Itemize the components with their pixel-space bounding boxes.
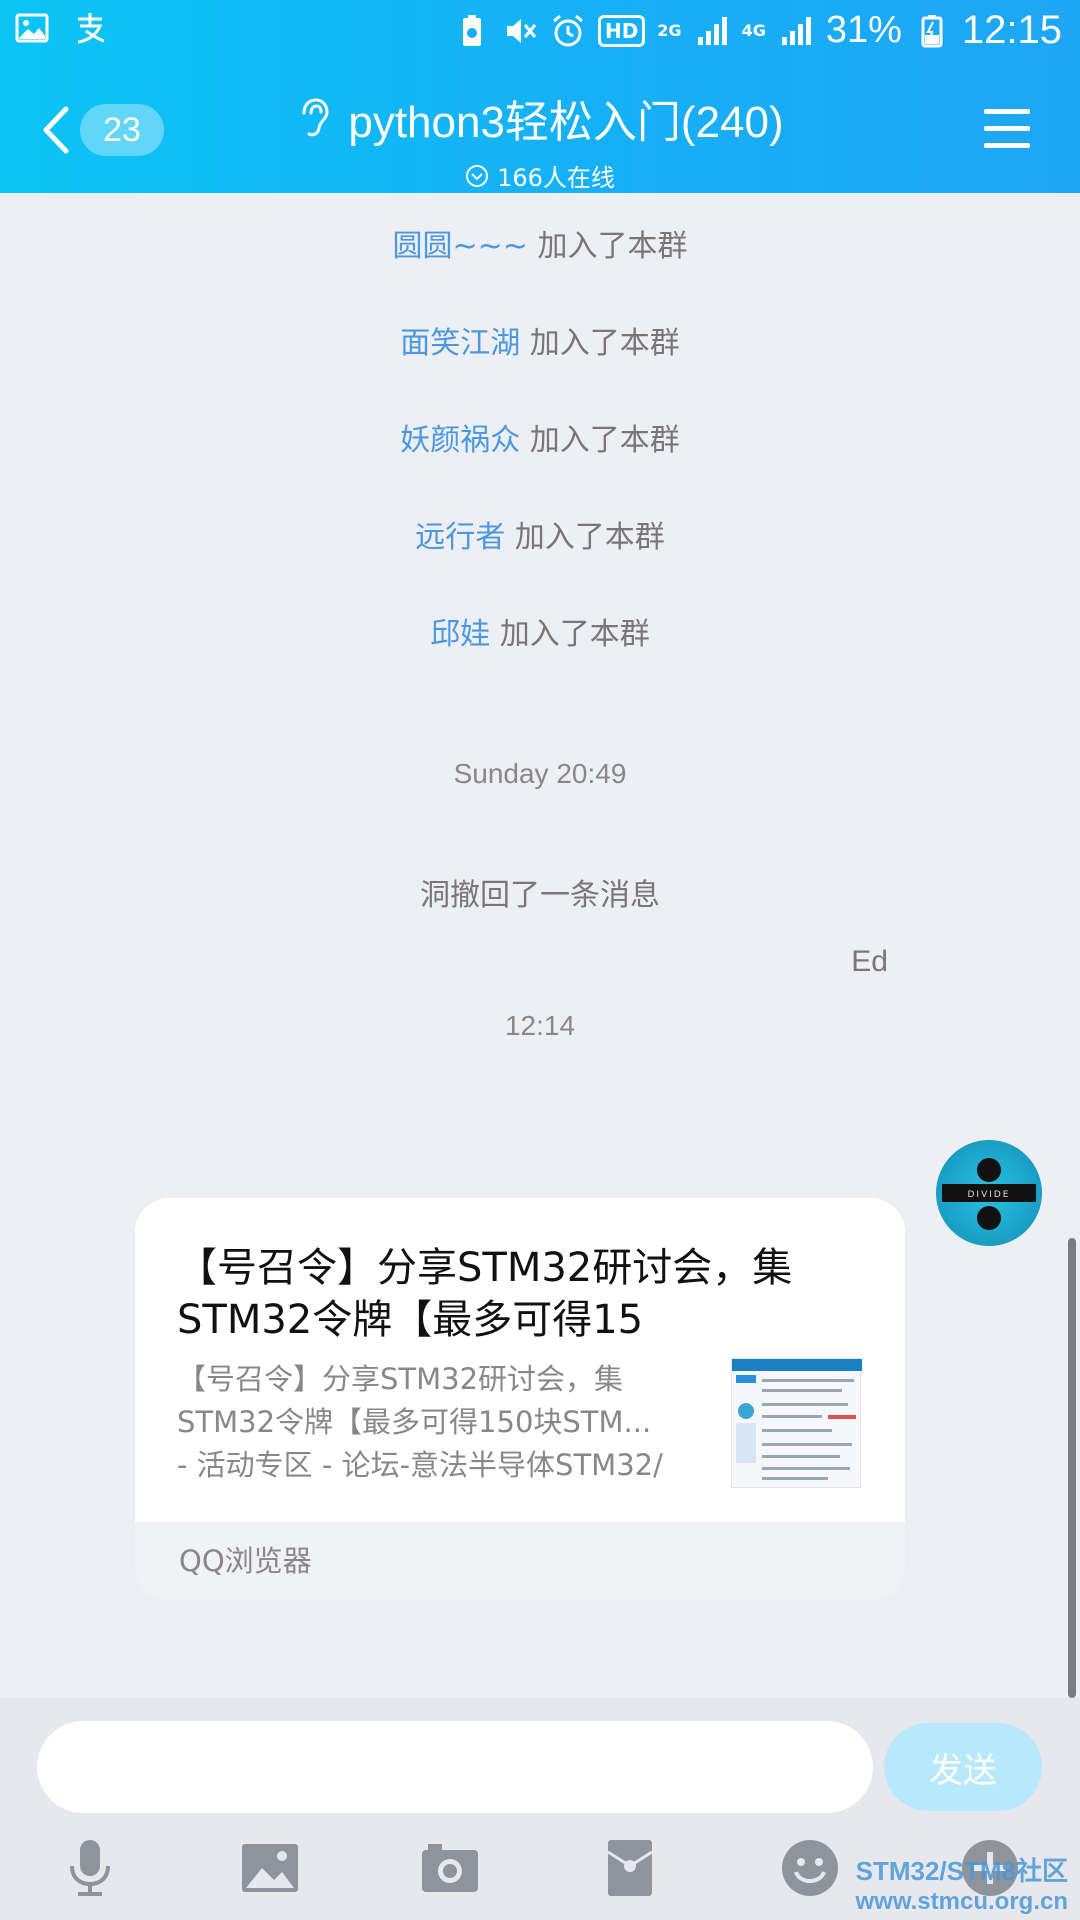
emoji-icon[interactable]	[780, 1838, 840, 1898]
system-message: 邱娃 加入了本群	[0, 609, 1080, 653]
input-bar: 发送 STM32/STM8社区 www.stmcu.org.cn	[0, 1698, 1080, 1920]
member-name-link[interactable]: 邱娃	[430, 617, 490, 652]
microphone-icon[interactable]	[60, 1838, 120, 1898]
message-input[interactable]	[37, 1721, 873, 1813]
timestamp: Sunday 20:49	[453, 758, 627, 789]
watermark-title: STM32/STM8社区	[855, 1856, 1068, 1886]
card-source: QQ浏览器	[135, 1522, 905, 1600]
send-button[interactable]: 发送	[884, 1723, 1042, 1811]
avatar-divide-image: DIVIDE	[942, 1158, 1036, 1230]
member-name-link[interactable]: 妖颜祸众	[400, 423, 520, 458]
avatar-text: DIVIDE	[967, 1190, 1010, 1200]
mute-icon	[506, 18, 537, 43]
alipay-notification-icon	[77, 13, 105, 44]
signal-icon	[697, 16, 727, 45]
system-message: 面笑江湖 加入了本群	[0, 318, 1080, 362]
chat-header: HD 2G 4G 31% 12:15 23 python3轻松入门(240) 1…	[0, 0, 1080, 193]
status-bar: HD 2G 4G 31% 12:15	[0, 0, 1080, 62]
avatar[interactable]: DIVIDE	[936, 1140, 1042, 1246]
clock: 12:15	[961, 8, 1062, 52]
battery-saver-icon	[462, 14, 481, 46]
title-area[interactable]: python3轻松入门(240) 166人在线	[0, 86, 1080, 193]
menu-icon[interactable]	[984, 106, 1030, 150]
system-message-text: 加入了本群	[499, 617, 650, 652]
camera-icon[interactable]	[420, 1838, 480, 1898]
sender-name: Ed	[851, 945, 888, 978]
battery-charging-icon	[921, 14, 943, 47]
battery-percent: 31%	[825, 9, 902, 51]
member-name-link[interactable]: 面笑江湖	[400, 326, 520, 361]
earpiece-mode-icon	[302, 98, 329, 137]
gallery-notification-icon	[15, 13, 49, 43]
member-name-link[interactable]: 圆圆~~~	[393, 229, 528, 264]
card-description-line: - 活动专区 - 论坛-意法半导体STM32/	[177, 1448, 663, 1482]
network-2g-label: 2G	[657, 21, 682, 40]
system-message: 远行者 加入了本群	[0, 512, 1080, 556]
system-message-text: 加入了本群	[529, 326, 680, 361]
system-message-text: 加入了本群	[537, 229, 688, 264]
system-message-text: 加入了本群	[514, 520, 665, 555]
timestamp: 12:14	[504, 1010, 576, 1041]
page-title: python3轻松入门(240)	[348, 98, 784, 147]
system-message-text: 加入了本群	[529, 423, 680, 458]
system-message: 妖颜祸众 加入了本群	[0, 415, 1080, 459]
card-description: 【号召令】分享STM32研讨会，集 STM32令牌【最多可得150块STM...…	[177, 1358, 707, 1487]
card-title: 【号召令】分享STM32研讨会，集STM32令牌【最多可得15	[177, 1245, 793, 1343]
card-description-line: 【号召令】分享STM32研讨会，集	[177, 1362, 624, 1396]
card-description-line: STM32令牌【最多可得150块STM...	[177, 1405, 652, 1439]
member-name-link[interactable]: 远行者	[415, 520, 505, 555]
signal-icon-secondary	[781, 16, 811, 45]
shared-link-card[interactable]: 【号召令】分享STM32研讨会，集STM32令牌【最多可得15 【号召令】分享S…	[135, 1198, 905, 1600]
system-message: 圆圆~~~ 加入了本群	[0, 221, 1080, 265]
red-packet-icon[interactable]	[600, 1838, 660, 1898]
online-count: 166人在线	[497, 164, 615, 192]
card-thumbnail	[731, 1358, 862, 1488]
hd-badge: HD	[597, 14, 646, 47]
alarm-icon	[552, 14, 583, 46]
watermark-url: www.stmcu.org.cn	[855, 1888, 1068, 1915]
watermark: STM32/STM8社区 www.stmcu.org.cn	[856, 1851, 1068, 1916]
online-status-icon	[466, 164, 489, 187]
recall-notice: 洞撤回了一条消息	[420, 878, 660, 913]
scrollbar[interactable]	[1068, 1238, 1076, 1698]
image-icon[interactable]	[240, 1838, 300, 1898]
network-4g-label: 4G	[741, 21, 766, 40]
